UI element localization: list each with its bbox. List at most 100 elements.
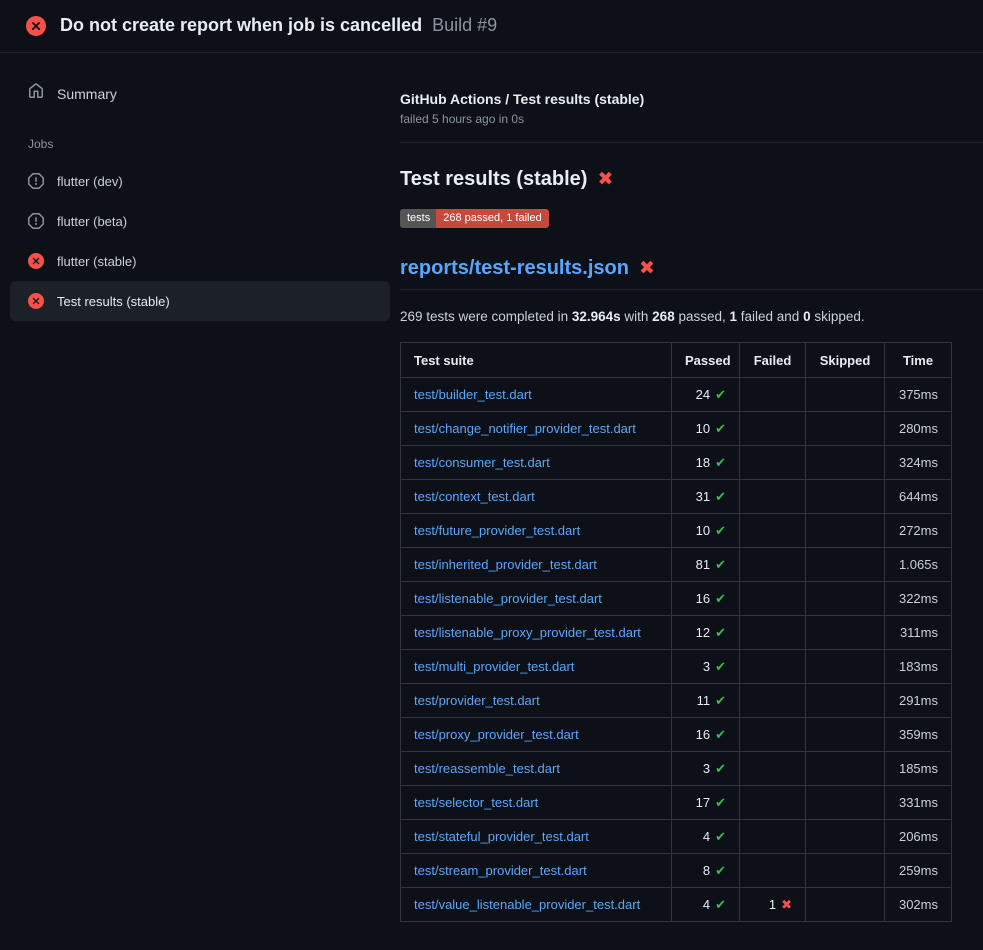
skipped-cell [806,752,885,786]
time-cell: 206ms [885,820,952,854]
failed-cell: 1✖ [740,888,806,922]
check-icon: ✔ [715,897,726,912]
job-item[interactable]: flutter (dev) [10,161,390,201]
check-icon: ✔ [715,557,726,572]
table-row: test/consumer_test.dart 18✔ 324ms [401,446,952,480]
table-row: test/listenable_proxy_provider_test.dart… [401,616,952,650]
summary-part: 1 [730,309,738,324]
suite-link[interactable]: test/context_test.dart [414,489,535,504]
passed-cell: 17✔ [672,786,740,820]
skipped-cell [806,378,885,412]
result-count: 4 [703,897,710,912]
column-header-failed: Failed [740,343,806,378]
suite-cell: test/consumer_test.dart [401,446,672,480]
time-cell: 183ms [885,650,952,684]
failed-cell [740,854,806,888]
suite-link[interactable]: test/multi_provider_test.dart [414,659,574,674]
passed-cell: 8✔ [672,854,740,888]
fail-x-icon: ✖ [597,170,613,189]
suite-link[interactable]: test/provider_test.dart [414,693,540,708]
skipped-cell [806,650,885,684]
suite-link[interactable]: test/consumer_test.dart [414,455,550,470]
build-number: Build #9 [432,15,497,36]
suite-link[interactable]: test/inherited_provider_test.dart [414,557,597,572]
failed-cell [740,480,806,514]
skipped-cell [806,684,885,718]
passed-cell: 10✔ [672,412,740,446]
time-cell: 322ms [885,582,952,616]
run-status: failed 5 hours ago in 0s [400,112,983,126]
sidebar-item-summary[interactable]: Summary [0,75,400,112]
skipped-cell [806,888,885,922]
job-label: flutter (stable) [57,254,136,269]
time-cell: 185ms [885,752,952,786]
suite-link[interactable]: test/value_listenable_provider_test.dart [414,897,640,912]
result-count: 16 [696,591,710,606]
skipped-cell [806,480,885,514]
report-link[interactable]: reports/test-results.json [400,257,629,280]
skipped-cell [806,582,885,616]
table-row: test/builder_test.dart 24✔ 375ms [401,378,952,412]
check-icon: ✔ [715,625,726,640]
suite-link[interactable]: test/proxy_provider_test.dart [414,727,579,742]
suite-cell: test/value_listenable_provider_test.dart [401,888,672,922]
suite-link[interactable]: test/stream_provider_test.dart [414,863,587,878]
skipped-cell [806,514,885,548]
job-label: flutter (dev) [57,174,123,189]
passed-cell: 10✔ [672,514,740,548]
failed-cell [740,582,806,616]
suite-cell: test/listenable_proxy_provider_test.dart [401,616,672,650]
result-count: 3 [703,761,710,776]
result-count: 31 [696,489,710,504]
skipped-cell [806,616,885,650]
result-count: 10 [696,421,710,436]
job-item[interactable]: flutter (stable) [10,241,390,281]
summary-part: with [621,309,653,324]
failed-cell [740,786,806,820]
failed-cell [740,752,806,786]
column-header-passed: Passed [672,343,740,378]
job-item[interactable]: flutter (beta) [10,201,390,241]
table-row: test/proxy_provider_test.dart 16✔ 359ms [401,718,952,752]
check-icon: ✔ [715,523,726,538]
job-item[interactable]: Test results (stable) [10,281,390,321]
suite-link[interactable]: test/listenable_proxy_provider_test.dart [414,625,641,640]
job-list: flutter (dev) flutter (beta) flutter (st… [0,161,400,321]
table-row: test/future_provider_test.dart 10✔ 272ms [401,514,952,548]
suite-link[interactable]: test/listenable_provider_test.dart [414,591,602,606]
suite-cell: test/stateful_provider_test.dart [401,820,672,854]
table-row: test/listenable_provider_test.dart 16✔ 3… [401,582,952,616]
suite-link[interactable]: test/future_provider_test.dart [414,523,580,538]
passed-cell: 24✔ [672,378,740,412]
failed-cell [740,616,806,650]
suite-cell: test/change_notifier_provider_test.dart [401,412,672,446]
table-row: test/change_notifier_provider_test.dart … [401,412,952,446]
suite-cell: test/selector_test.dart [401,786,672,820]
passed-cell: 4✔ [672,888,740,922]
summary-label: Summary [57,86,117,102]
summary-part: 0 [803,309,811,324]
suite-link[interactable]: test/stateful_provider_test.dart [414,829,589,844]
passed-cell: 4✔ [672,820,740,854]
suite-link[interactable]: test/reassemble_test.dart [414,761,560,776]
passed-cell: 11✔ [672,684,740,718]
suite-cell: test/reassemble_test.dart [401,752,672,786]
results-table-body: test/builder_test.dart 24✔ 375ms test/ch… [401,378,952,922]
app-header: Do not create report when job is cancell… [0,0,983,53]
time-cell: 644ms [885,480,952,514]
suite-cell: test/multi_provider_test.dart [401,650,672,684]
table-row: test/multi_provider_test.dart 3✔ 183ms [401,650,952,684]
result-count: 4 [703,829,710,844]
summary-part: failed and [737,309,803,324]
result-count: 81 [696,557,710,572]
check-icon: ✔ [715,693,726,708]
suite-link[interactable]: test/builder_test.dart [414,387,532,402]
fail-x-icon: ✖ [639,259,655,278]
failed-cell [740,718,806,752]
time-cell: 272ms [885,514,952,548]
check-icon: ✔ [715,455,726,470]
result-count: 16 [696,727,710,742]
suite-link[interactable]: test/change_notifier_provider_test.dart [414,421,636,436]
table-row: test/value_listenable_provider_test.dart… [401,888,952,922]
suite-link[interactable]: test/selector_test.dart [414,795,538,810]
